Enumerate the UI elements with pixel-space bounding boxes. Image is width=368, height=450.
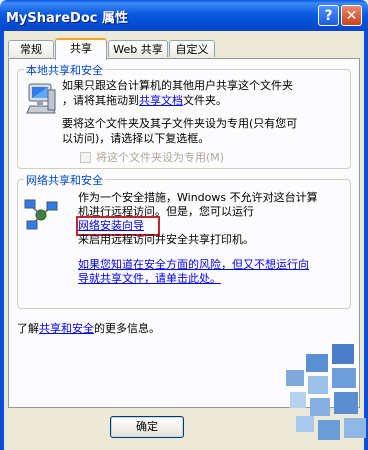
local-para1-line1: 如果只跟这台计算机的其他用户共享这个文件夹: [62, 79, 293, 92]
share-anyway-link-line2[interactable]: 导就共享文件，请单击此处。: [78, 271, 221, 286]
computer-icon: [26, 82, 56, 116]
tab-web-sharing[interactable]: Web 共享: [108, 40, 168, 57]
tab-general[interactable]: 常规: [8, 40, 54, 57]
network-sharing-group: 网络共享和安全 作为一个安全措施，Windows 不允许对这台计算 机进行远程访…: [17, 172, 351, 309]
local-para2-line1: 要将这个文件夹及其子文件夹设为专用(只有您可: [62, 117, 298, 130]
ok-button[interactable]: 确定: [110, 416, 184, 438]
private-folder-checkbox[interactable]: [80, 152, 91, 163]
learn-more-post: 的更多信息。: [94, 322, 160, 335]
window-frame-left: [0, 31, 4, 450]
learn-more-line: 了解共享和安全的更多信息。: [17, 321, 160, 336]
watermark-logo: [286, 340, 368, 450]
network-sharing-title: 网络共享和安全: [24, 172, 105, 188]
local-sharing-group: 本地共享和安全 如果只跟这台计算机的其他用户共享这个文件夹 ，请将其拖动到共享文…: [17, 62, 351, 169]
properties-dialog: MyShareDoc 属性 ? ✕ 常规 共享 Web 共享 自定义 本地共享和…: [0, 0, 368, 450]
learn-more-pre: 了解: [17, 322, 39, 335]
tab-sharing[interactable]: 共享: [55, 38, 107, 60]
sharing-security-link[interactable]: 共享和安全: [39, 322, 94, 335]
local-para2-line2: 以访问)，请选择以下复选框。: [62, 132, 210, 145]
local-para1-post: 文件夹。: [183, 94, 227, 107]
network-computers-icon: [24, 198, 58, 232]
window-title: MyShareDoc 属性: [6, 11, 128, 26]
network-line1: 作为一个安全措施，Windows 不允许对这台计算: [78, 191, 318, 204]
private-folder-label[interactable]: 将这个文件夹设为专用(M): [96, 150, 224, 165]
help-button[interactable]: ?: [318, 5, 339, 26]
network-line3: 来启用远程访问并安全共享打印机。: [78, 233, 254, 246]
local-para1-pre: ，请将其拖动到: [62, 94, 139, 107]
local-sharing-title: 本地共享和安全: [24, 62, 105, 78]
share-anyway-link-line1[interactable]: 如果您知道在安全方面的风险，但又不想运行向: [78, 257, 309, 272]
title-bar[interactable]: MyShareDoc 属性 ? ✕: [0, 0, 368, 31]
shared-documents-link[interactable]: 共享文档: [139, 94, 183, 107]
local-para1-line2: ，请将其拖动到共享文档文件夹。: [62, 93, 227, 108]
tab-customize[interactable]: 自定义: [169, 40, 215, 57]
close-button[interactable]: ✕: [341, 5, 362, 26]
